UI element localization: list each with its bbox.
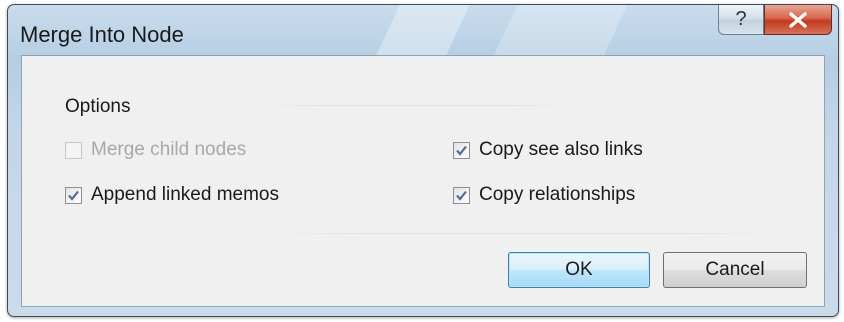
append-linked-memos-checkbox[interactable]: [65, 186, 82, 204]
checkmark-icon: [68, 190, 79, 201]
append-linked-memos-label: Append linked memos: [91, 184, 279, 205]
merge-child-nodes-option: Merge child nodes: [65, 139, 246, 161]
copy-relationships-checkbox[interactable]: [453, 186, 470, 204]
copy-see-also-links-label: Copy see also links: [479, 139, 643, 160]
cancel-button[interactable]: Cancel: [663, 252, 807, 288]
ok-button[interactable]: OK: [508, 252, 650, 288]
buttons-separator: [262, 233, 782, 234]
title-bar-buttons: ?: [718, 5, 832, 35]
dialog-title: Merge Into Node: [20, 22, 184, 47]
copy-relationships-label: Copy relationships: [479, 184, 636, 205]
checkmark-icon: [456, 190, 467, 201]
help-icon: ?: [735, 8, 747, 30]
close-button[interactable]: [764, 5, 832, 35]
merge-child-nodes-checkbox[interactable]: [65, 141, 82, 159]
copy-relationships-option: Copy relationships: [453, 184, 635, 206]
close-icon: [789, 11, 807, 28]
options-group-label: Options: [65, 96, 131, 117]
copy-see-also-links-checkbox[interactable]: [453, 141, 470, 159]
copy-see-also-links-option: Copy see also links: [453, 139, 643, 161]
help-button[interactable]: ?: [718, 5, 764, 35]
checkmark-icon: [456, 145, 467, 156]
merge-child-nodes-label: Merge child nodes: [91, 139, 247, 160]
dialog-window: Merge Into Node ? Options Merge child no…: [7, 4, 839, 317]
append-linked-memos-option: Append linked memos: [65, 184, 279, 206]
options-separator: [262, 105, 572, 106]
dialog-content: Options Merge child nodes Copy see also …: [21, 55, 825, 307]
